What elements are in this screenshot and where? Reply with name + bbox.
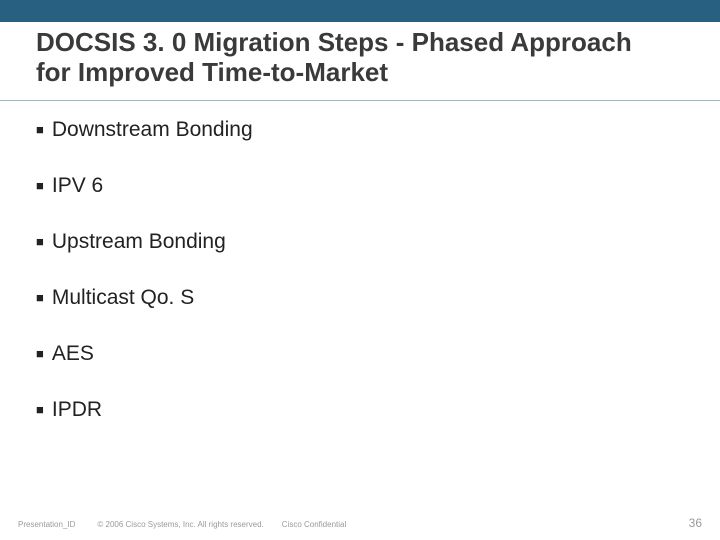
footer-copyright: © 2006 Cisco Systems, Inc. All rights re… [97,520,263,529]
slide-footer: Presentation_ID © 2006 Cisco Systems, In… [18,516,702,530]
bullet-text: Downstream Bonding [52,118,253,142]
bullet-icon: ■ [36,347,44,360]
footer-confidential: Cisco Confidential [282,520,346,529]
bullet-text: Upstream Bonding [52,230,226,254]
bullet-list: ■ Downstream Bonding ■ IPV 6 ■ Upstream … [36,118,676,454]
bullet-icon: ■ [36,291,44,304]
list-item: ■ Upstream Bonding [36,230,676,254]
bullet-text: AES [52,342,94,366]
slide-title: DOCSIS 3. 0 Migration Steps - Phased App… [36,28,656,88]
footer-presentation-id: Presentation_ID [18,520,75,529]
bullet-icon: ■ [36,179,44,192]
list-item: ■ IPV 6 [36,174,676,198]
header-accent-bar [0,0,720,22]
bullet-icon: ■ [36,123,44,136]
bullet-icon: ■ [36,235,44,248]
bullet-text: IPV 6 [52,174,103,198]
list-item: ■ Multicast Qo. S [36,286,676,310]
bullet-text: Multicast Qo. S [52,286,194,310]
list-item: ■ AES [36,342,676,366]
list-item: ■ Downstream Bonding [36,118,676,142]
bullet-icon: ■ [36,403,44,416]
footer-page-number: 36 [689,516,702,530]
title-underline [0,100,720,101]
bullet-text: IPDR [52,398,102,422]
list-item: ■ IPDR [36,398,676,422]
